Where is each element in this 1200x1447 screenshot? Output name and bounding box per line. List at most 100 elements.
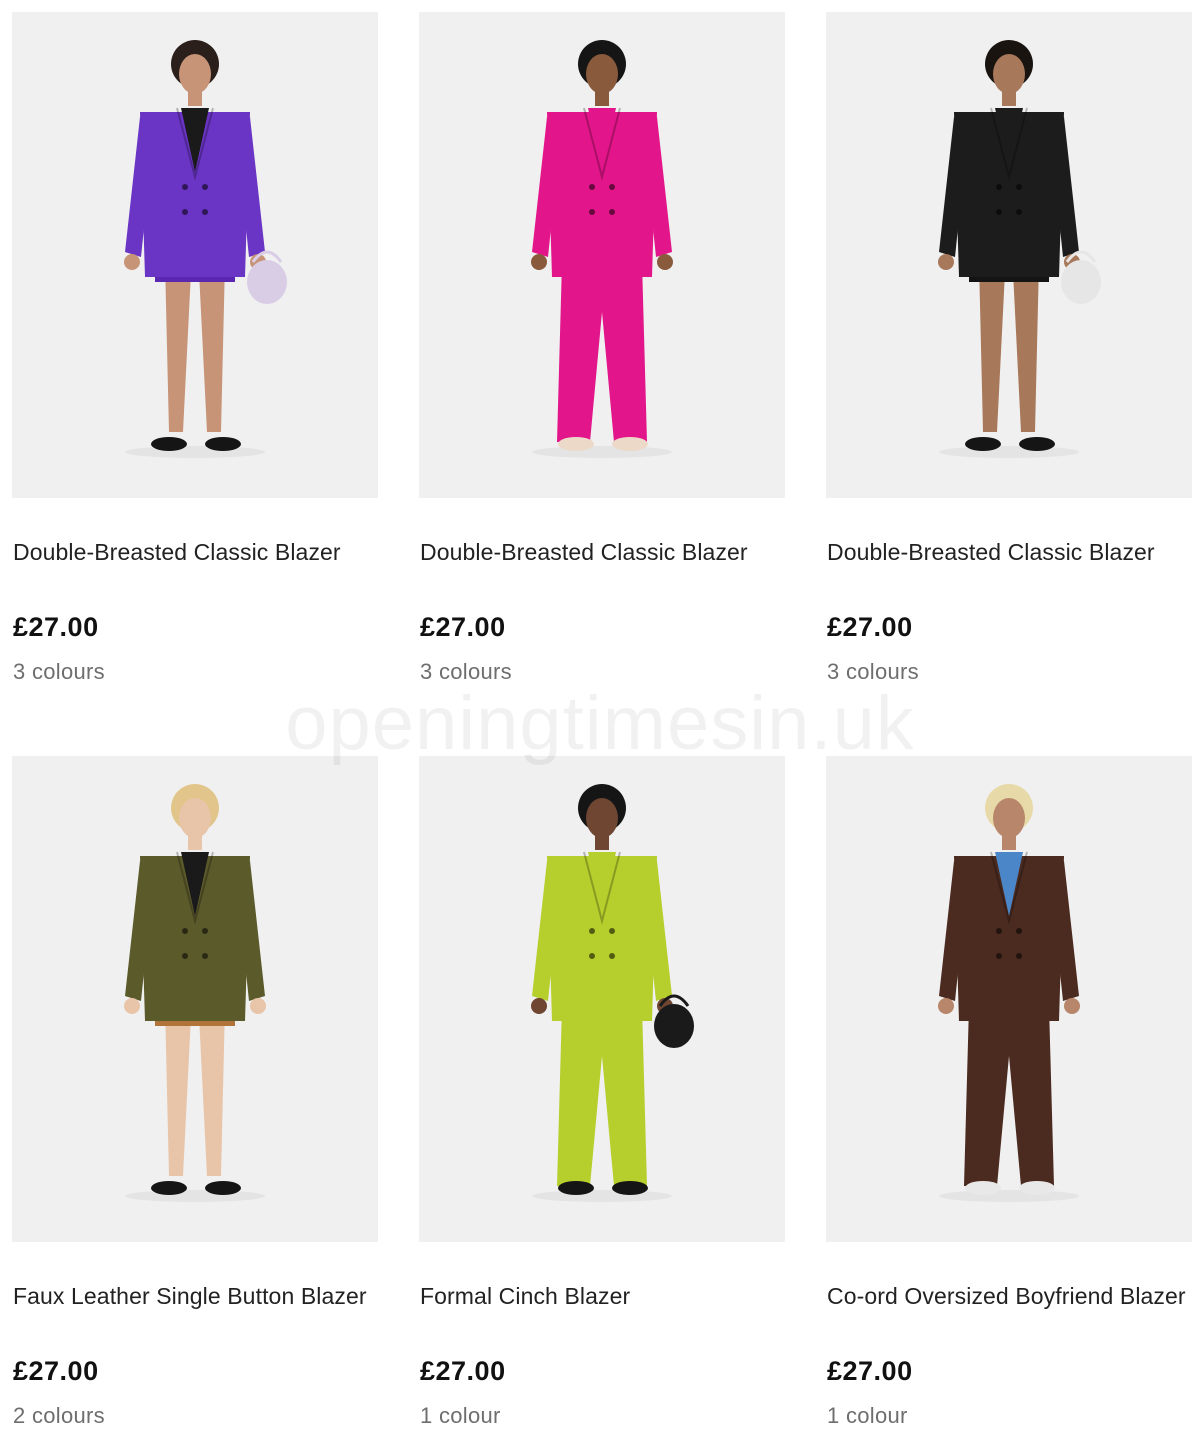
product-price: £27.00 <box>420 1356 506 1386</box>
left-shoe <box>558 1181 594 1195</box>
handbag <box>247 260 287 304</box>
blazer-button <box>609 209 615 215</box>
floor-shadow <box>532 1190 672 1202</box>
blazer-button <box>996 928 1002 934</box>
blazer-button <box>182 209 188 215</box>
floor-shadow <box>939 446 1079 458</box>
colour-count[interactable]: 3 colours <box>13 659 105 685</box>
blazer-button <box>182 953 188 959</box>
handbag <box>654 1004 694 1048</box>
blazer-button <box>589 928 595 934</box>
neck <box>188 834 202 850</box>
blazer-button <box>609 184 615 190</box>
product-price: £27.00 <box>13 612 99 642</box>
product-title[interactable]: Co-ord Oversized Boyfriend Blazer <box>827 1278 1193 1314</box>
head <box>586 798 618 838</box>
blazer-button <box>609 953 615 959</box>
colour-count[interactable]: 2 colours <box>13 1403 105 1429</box>
trousers <box>557 1006 647 1186</box>
right-leg <box>199 262 225 432</box>
right-shoe <box>205 437 241 451</box>
left-hand <box>531 998 547 1014</box>
left-shoe <box>151 437 187 451</box>
left-hand <box>938 998 954 1014</box>
trousers <box>964 1006 1054 1186</box>
product-image[interactable] <box>12 12 378 498</box>
blazer-button <box>182 184 188 190</box>
product-card[interactable]: Double-Breasted Classic Blazer £27.00 3 … <box>12 12 378 702</box>
product-title[interactable]: Double-Breasted Classic Blazer <box>13 534 379 570</box>
product-card[interactable]: Formal Cinch Blazer £27.00 1 colour <box>419 756 785 1446</box>
model-brown-oversized-blazer <box>938 784 1080 1202</box>
neck <box>595 90 609 106</box>
product-card[interactable]: Faux Leather Single Button Blazer £27.00… <box>12 756 378 1446</box>
right-shoe <box>612 437 648 451</box>
blazer-button <box>996 209 1002 215</box>
left-shoe <box>965 437 1001 451</box>
left-hand <box>938 254 954 270</box>
blazer-button <box>202 184 208 190</box>
product-image[interactable] <box>419 12 785 498</box>
product-card[interactable]: Double-Breasted Classic Blazer £27.00 3 … <box>826 12 1192 702</box>
right-hand <box>657 254 673 270</box>
blazer-button <box>1016 184 1022 190</box>
model-lime-blazer-trousers <box>531 784 694 1202</box>
left-hand <box>124 254 140 270</box>
left-hand <box>124 998 140 1014</box>
neck <box>595 834 609 850</box>
blazer-button <box>996 184 1002 190</box>
model-olive-leather-blazer <box>124 784 266 1202</box>
neck <box>1002 834 1016 850</box>
product-image[interactable] <box>826 12 1192 498</box>
left-leg <box>165 1006 191 1176</box>
colour-count[interactable]: 3 colours <box>827 659 919 685</box>
neck <box>188 90 202 106</box>
product-title[interactable]: Double-Breasted Classic Blazer <box>420 534 786 570</box>
right-leg <box>199 1006 225 1176</box>
left-leg <box>979 262 1005 432</box>
blazer-button <box>1016 953 1022 959</box>
product-title[interactable]: Double-Breasted Classic Blazer <box>827 534 1193 570</box>
handbag <box>1061 260 1101 304</box>
right-hand <box>1064 998 1080 1014</box>
left-hand <box>531 254 547 270</box>
colour-count[interactable]: 3 colours <box>420 659 512 685</box>
neck <box>1002 90 1016 106</box>
model-pink-blazer-trousers <box>531 40 673 458</box>
product-title[interactable]: Faux Leather Single Button Blazer <box>13 1278 379 1314</box>
blazer-button <box>609 928 615 934</box>
blazer-button <box>202 209 208 215</box>
colour-count[interactable]: 1 colour <box>827 1403 908 1429</box>
product-title[interactable]: Formal Cinch Blazer <box>420 1278 786 1314</box>
left-leg <box>165 262 191 432</box>
right-hand <box>250 998 266 1014</box>
right-shoe <box>1019 1181 1055 1195</box>
product-price: £27.00 <box>827 612 913 642</box>
head <box>179 54 211 94</box>
trousers <box>557 262 647 442</box>
blazer-button <box>202 953 208 959</box>
blazer-button <box>1016 209 1022 215</box>
blazer-button <box>589 184 595 190</box>
blazer-button <box>182 928 188 934</box>
blazer-button <box>202 928 208 934</box>
blazer-button <box>589 209 595 215</box>
left-shoe <box>151 1181 187 1195</box>
product-card[interactable]: Double-Breasted Classic Blazer £27.00 3 … <box>419 12 785 702</box>
right-shoe <box>205 1181 241 1195</box>
head <box>586 54 618 94</box>
blazer-button <box>996 953 1002 959</box>
product-price: £27.00 <box>13 1356 99 1386</box>
product-image[interactable] <box>826 756 1192 1242</box>
right-leg <box>1013 262 1039 432</box>
product-price: £27.00 <box>827 1356 913 1386</box>
product-image[interactable] <box>12 756 378 1242</box>
blazer-button <box>1016 928 1022 934</box>
right-shoe <box>612 1181 648 1195</box>
product-card[interactable]: Co-ord Oversized Boyfriend Blazer £27.00… <box>826 756 1192 1446</box>
colour-count[interactable]: 1 colour <box>420 1403 501 1429</box>
floor-shadow <box>939 1190 1079 1202</box>
product-image[interactable] <box>419 756 785 1242</box>
product-grid: Double-Breasted Classic Blazer £27.00 3 … <box>0 0 1200 1447</box>
right-shoe <box>1019 437 1055 451</box>
